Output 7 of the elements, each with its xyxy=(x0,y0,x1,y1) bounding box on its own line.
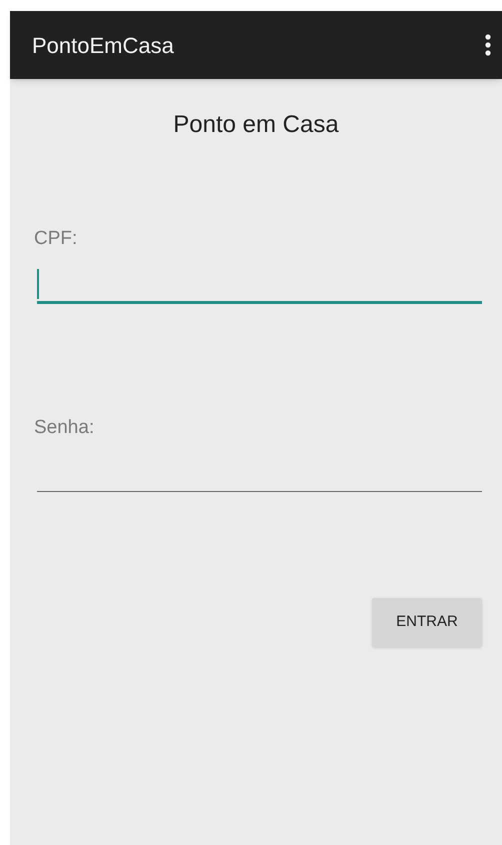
app-title: PontoEmCasa xyxy=(32,32,174,60)
page-heading: Ponto em Casa xyxy=(173,110,339,140)
enter-button[interactable]: ENTRAR xyxy=(372,598,482,647)
field-label: CPF: xyxy=(34,227,78,251)
input-field[interactable] xyxy=(37,268,482,304)
more-options-icon[interactable] xyxy=(484,34,492,56)
field-label: Senha: xyxy=(34,416,96,440)
